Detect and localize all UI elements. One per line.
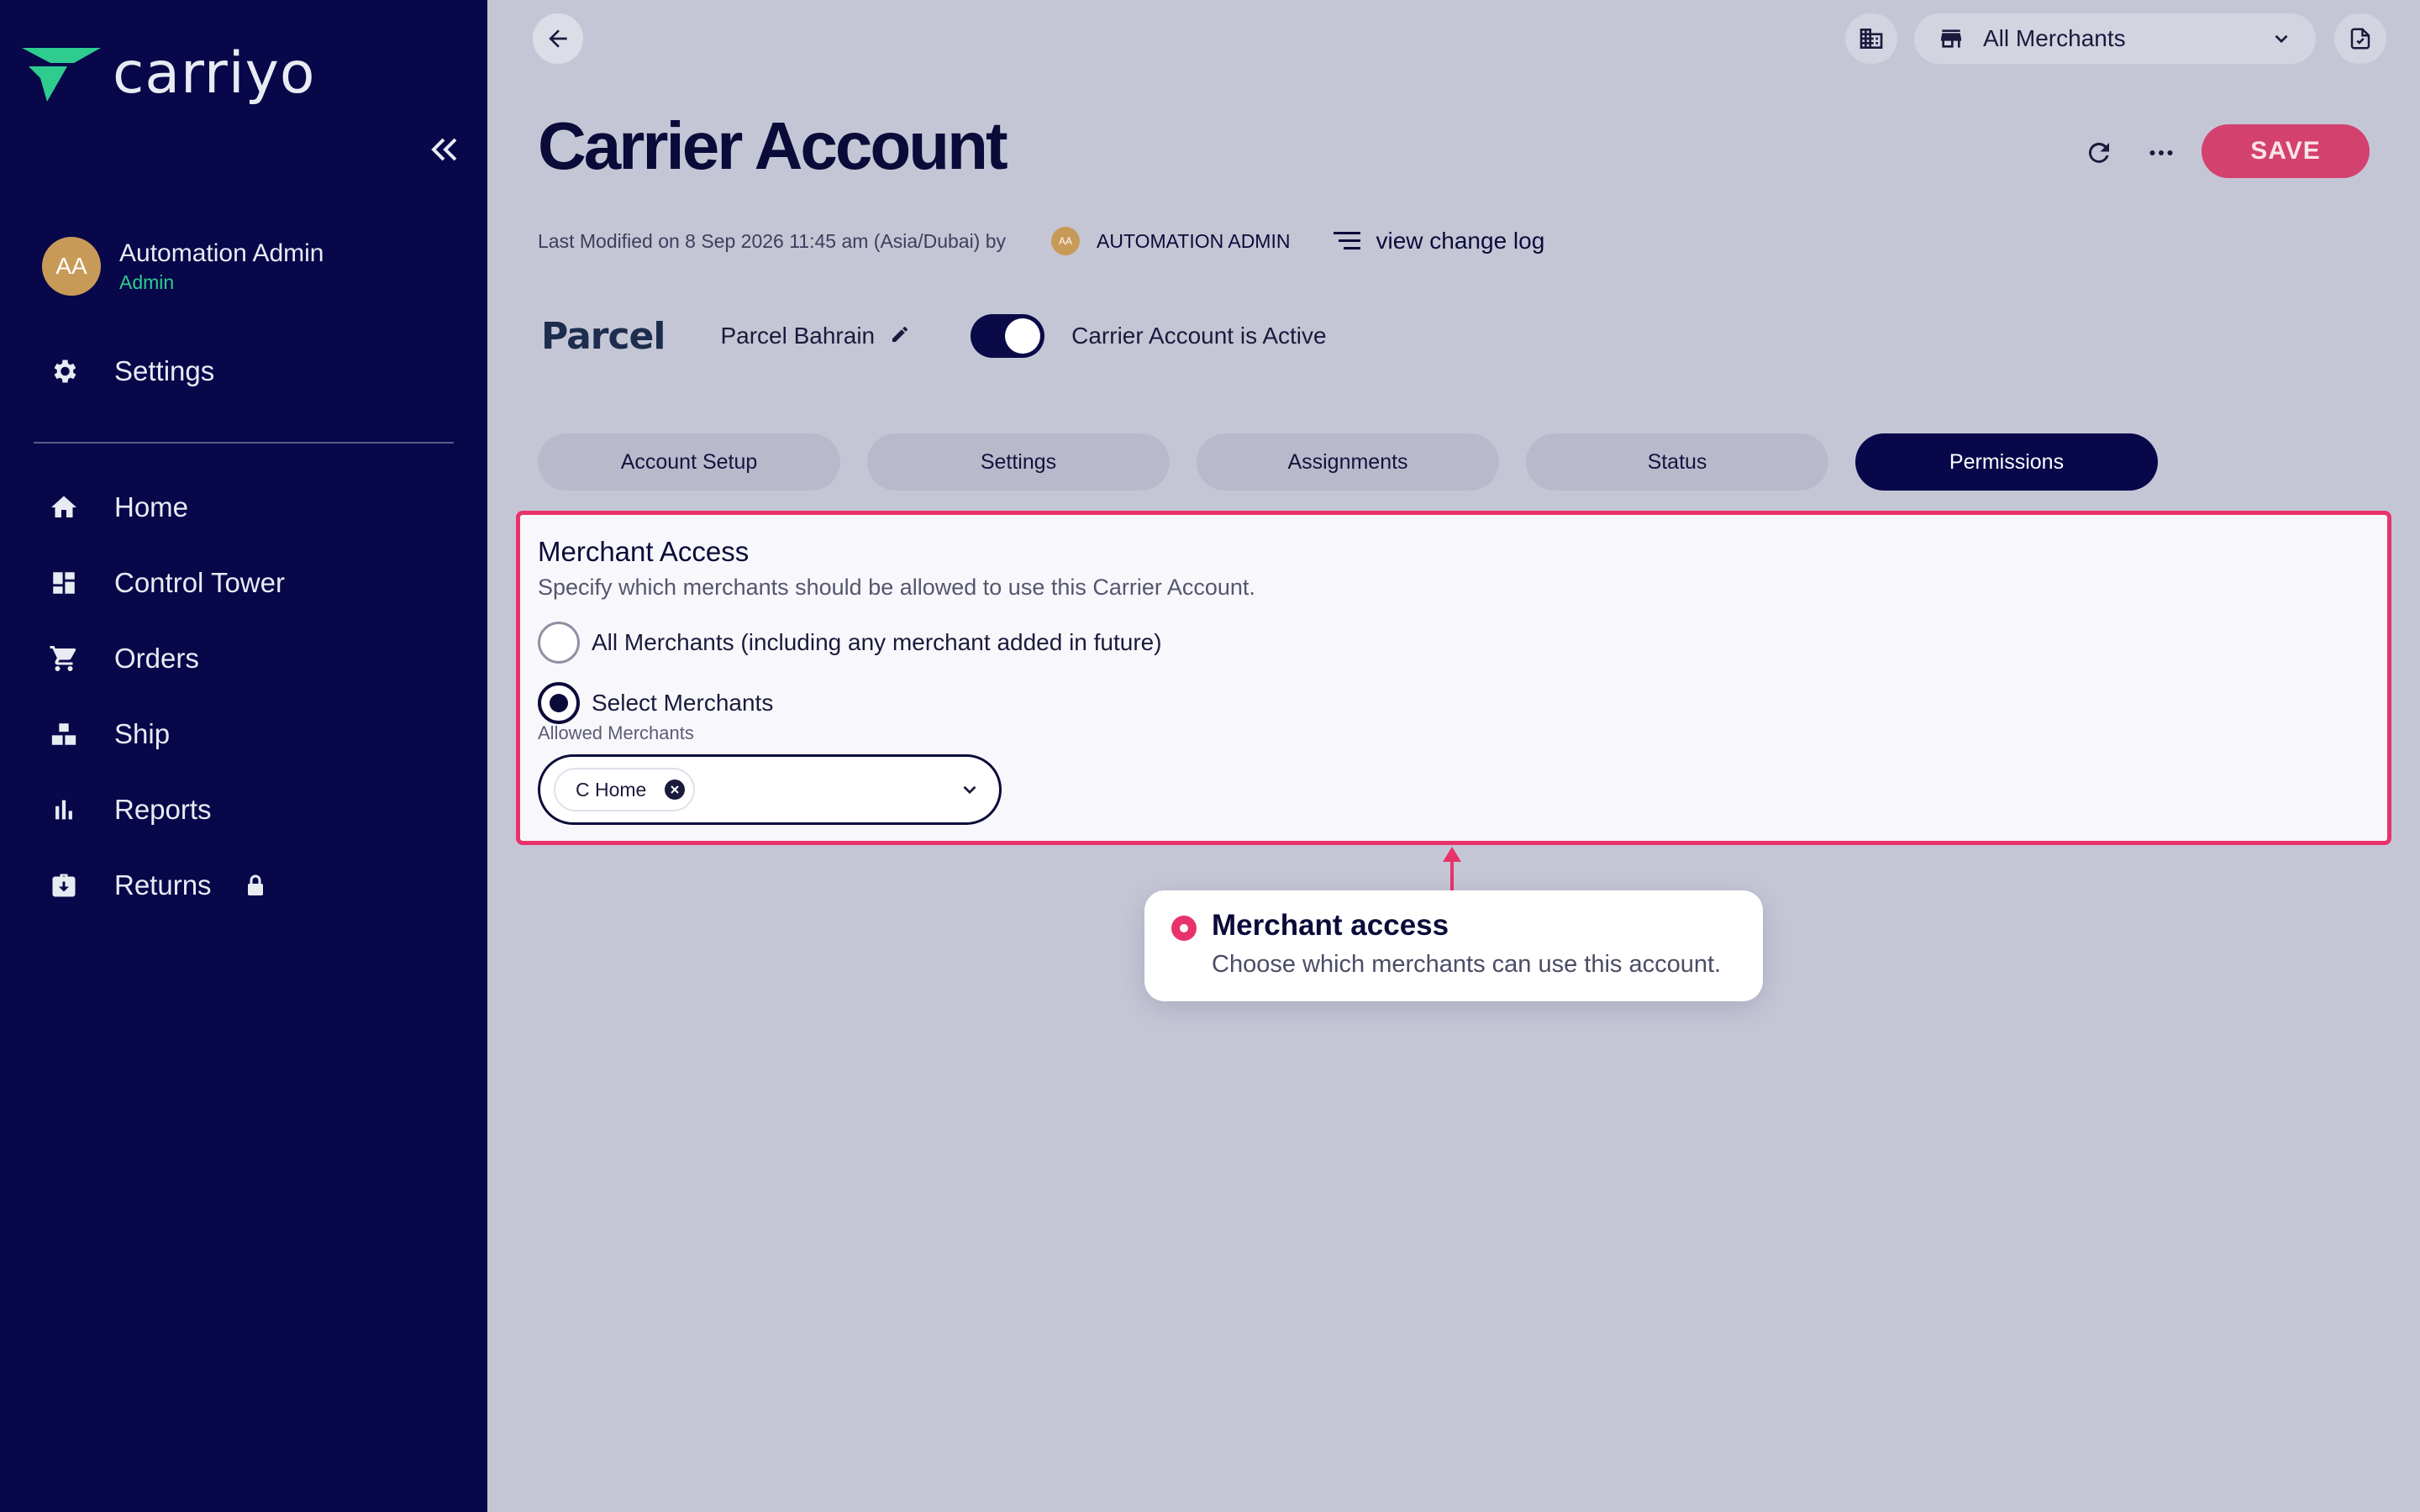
modifier-avatar: AA — [1051, 227, 1081, 255]
toggle-knob — [1005, 318, 1041, 354]
document-button[interactable] — [2334, 13, 2386, 64]
callout-arrow-line — [1450, 850, 1454, 892]
sidebar-item-reports[interactable]: Reports — [47, 793, 212, 827]
callout-title: Merchant access — [1212, 909, 1449, 942]
last-modified-text: Last Modified on 8 Sep 2026 11:45 am (As… — [538, 229, 1007, 252]
carrier-active-toggle[interactable] — [971, 314, 1045, 358]
back-button[interactable] — [533, 13, 583, 64]
allowed-merchants-label: Allowed Merchants — [538, 722, 694, 743]
merchant-chip-label: C Home — [576, 778, 647, 801]
callout-body: Choose which merchants can use this acco… — [1212, 951, 1722, 978]
home-icon — [47, 491, 81, 524]
collapse-sidebar-button[interactable] — [427, 133, 460, 166]
allowed-merchants-select[interactable]: C Home — [538, 754, 1002, 825]
radio-all-merchants[interactable]: All Merchants (including any merchant ad… — [538, 622, 1162, 664]
sidebar-item-returns[interactable]: Returns — [47, 869, 266, 902]
radio-select-merchants[interactable]: Select Merchants — [538, 682, 773, 724]
chevron-down-icon — [2275, 34, 2288, 44]
radio-button[interactable] — [538, 622, 580, 664]
sidebar-item-label: Control Tower — [114, 567, 285, 598]
tab-settings[interactable]: Settings — [867, 433, 1170, 491]
sidebar-item-home[interactable]: Home — [47, 491, 188, 524]
user-name: Automation Admin — [119, 239, 324, 267]
sidebar-item-label: Ship — [114, 718, 171, 749]
building-icon — [1860, 29, 1883, 49]
page-title: Carrier Account — [538, 108, 1008, 183]
user-profile[interactable]: AA Automation Admin Admin — [42, 237, 324, 296]
sidebar-divider — [34, 442, 454, 444]
sidebar-item-orders[interactable]: Orders — [47, 642, 199, 675]
carrier-name: Parcel Bahrain — [720, 323, 876, 349]
tooltip-callout: Merchant access Choose which merchants c… — [1144, 890, 1763, 1001]
organization-button[interactable] — [1845, 13, 1897, 64]
refresh-button[interactable] — [2079, 133, 2119, 173]
refresh-icon — [2088, 142, 2109, 163]
more-options-button[interactable] — [2141, 133, 2181, 173]
list-icon — [1334, 232, 1361, 249]
last-modified-info: Last Modified on 8 Sep 2026 11:45 am (As… — [538, 227, 1544, 255]
tab-status[interactable]: Status — [1526, 433, 1828, 491]
edit-name-icon[interactable] — [890, 324, 910, 349]
bar-chart-icon — [47, 793, 81, 827]
ship-icon — [47, 717, 81, 751]
lock-icon — [245, 874, 266, 897]
sidebar-item-ship[interactable]: Ship — [47, 717, 170, 751]
merchant-access-title: Merchant Access — [538, 536, 750, 567]
document-check-icon — [2350, 28, 2370, 50]
sidebar-item-label: Reports — [114, 794, 212, 825]
carrier-active-label: Carrier Account is Active — [1071, 323, 1327, 349]
app-logo[interactable]: carriyo — [22, 40, 316, 107]
carriyo-logo-icon — [22, 47, 101, 102]
radio-button-checked[interactable] — [538, 682, 580, 724]
save-button[interactable]: SAVE — [2202, 124, 2370, 178]
gear-icon — [47, 354, 81, 388]
view-change-log-label: view change log — [1376, 228, 1545, 254]
tab-assignments[interactable]: Assignments — [1197, 433, 1499, 491]
sidebar-item-control-tower[interactable]: Control Tower — [47, 566, 285, 600]
dashboard-icon — [47, 566, 81, 600]
app-logo-text: carriyo — [113, 40, 316, 107]
chevron-down-icon[interactable] — [959, 779, 981, 801]
sidebar: carriyo AA Automation Admin Admin Settin… — [0, 0, 487, 1512]
merchant-selector[interactable]: All Merchants — [1914, 13, 2316, 64]
merchant-access-subtitle: Specify which merchants should be allowe… — [538, 575, 1255, 600]
radio-all-merchants-label: All Merchants (including any merchant ad… — [592, 629, 1162, 655]
radio-select-merchants-label: Select Merchants — [592, 690, 774, 716]
sidebar-item-label: Returns — [114, 869, 212, 900]
returns-icon — [47, 869, 81, 902]
sidebar-item-label: Settings — [114, 355, 215, 386]
tab-account-setup[interactable]: Account Setup — [538, 433, 840, 491]
store-icon — [1941, 29, 1961, 48]
sidebar-item-label: Home — [114, 491, 189, 522]
carrier-logo: Parcel — [541, 314, 666, 358]
user-role: Admin — [119, 270, 175, 293]
tab-permissions[interactable]: Permissions — [1855, 433, 2158, 491]
tab-bar: Account Setup Settings Assignments Statu… — [538, 433, 2158, 491]
more-horizontal-icon — [2149, 150, 2173, 155]
view-change-log-link[interactable]: view change log — [1334, 228, 1544, 255]
sidebar-item-label: Orders — [114, 643, 199, 674]
double-chevron-left-icon — [431, 138, 457, 161]
modifier-name: AUTOMATION ADMIN — [1097, 229, 1291, 252]
remove-chip-icon[interactable] — [665, 780, 686, 800]
sidebar-item-settings[interactable]: Settings — [47, 354, 214, 388]
arrow-left-icon — [549, 29, 567, 48]
merchant-selector-value: All Merchants — [1983, 25, 2126, 51]
carrier-info-row: Parcel Parcel Bahrain Carrier Account is… — [541, 314, 1327, 358]
merchant-chip: C Home — [554, 768, 696, 811]
avatar: AA — [42, 237, 101, 296]
cart-icon — [47, 642, 81, 675]
callout-pin-icon — [1171, 916, 1197, 941]
